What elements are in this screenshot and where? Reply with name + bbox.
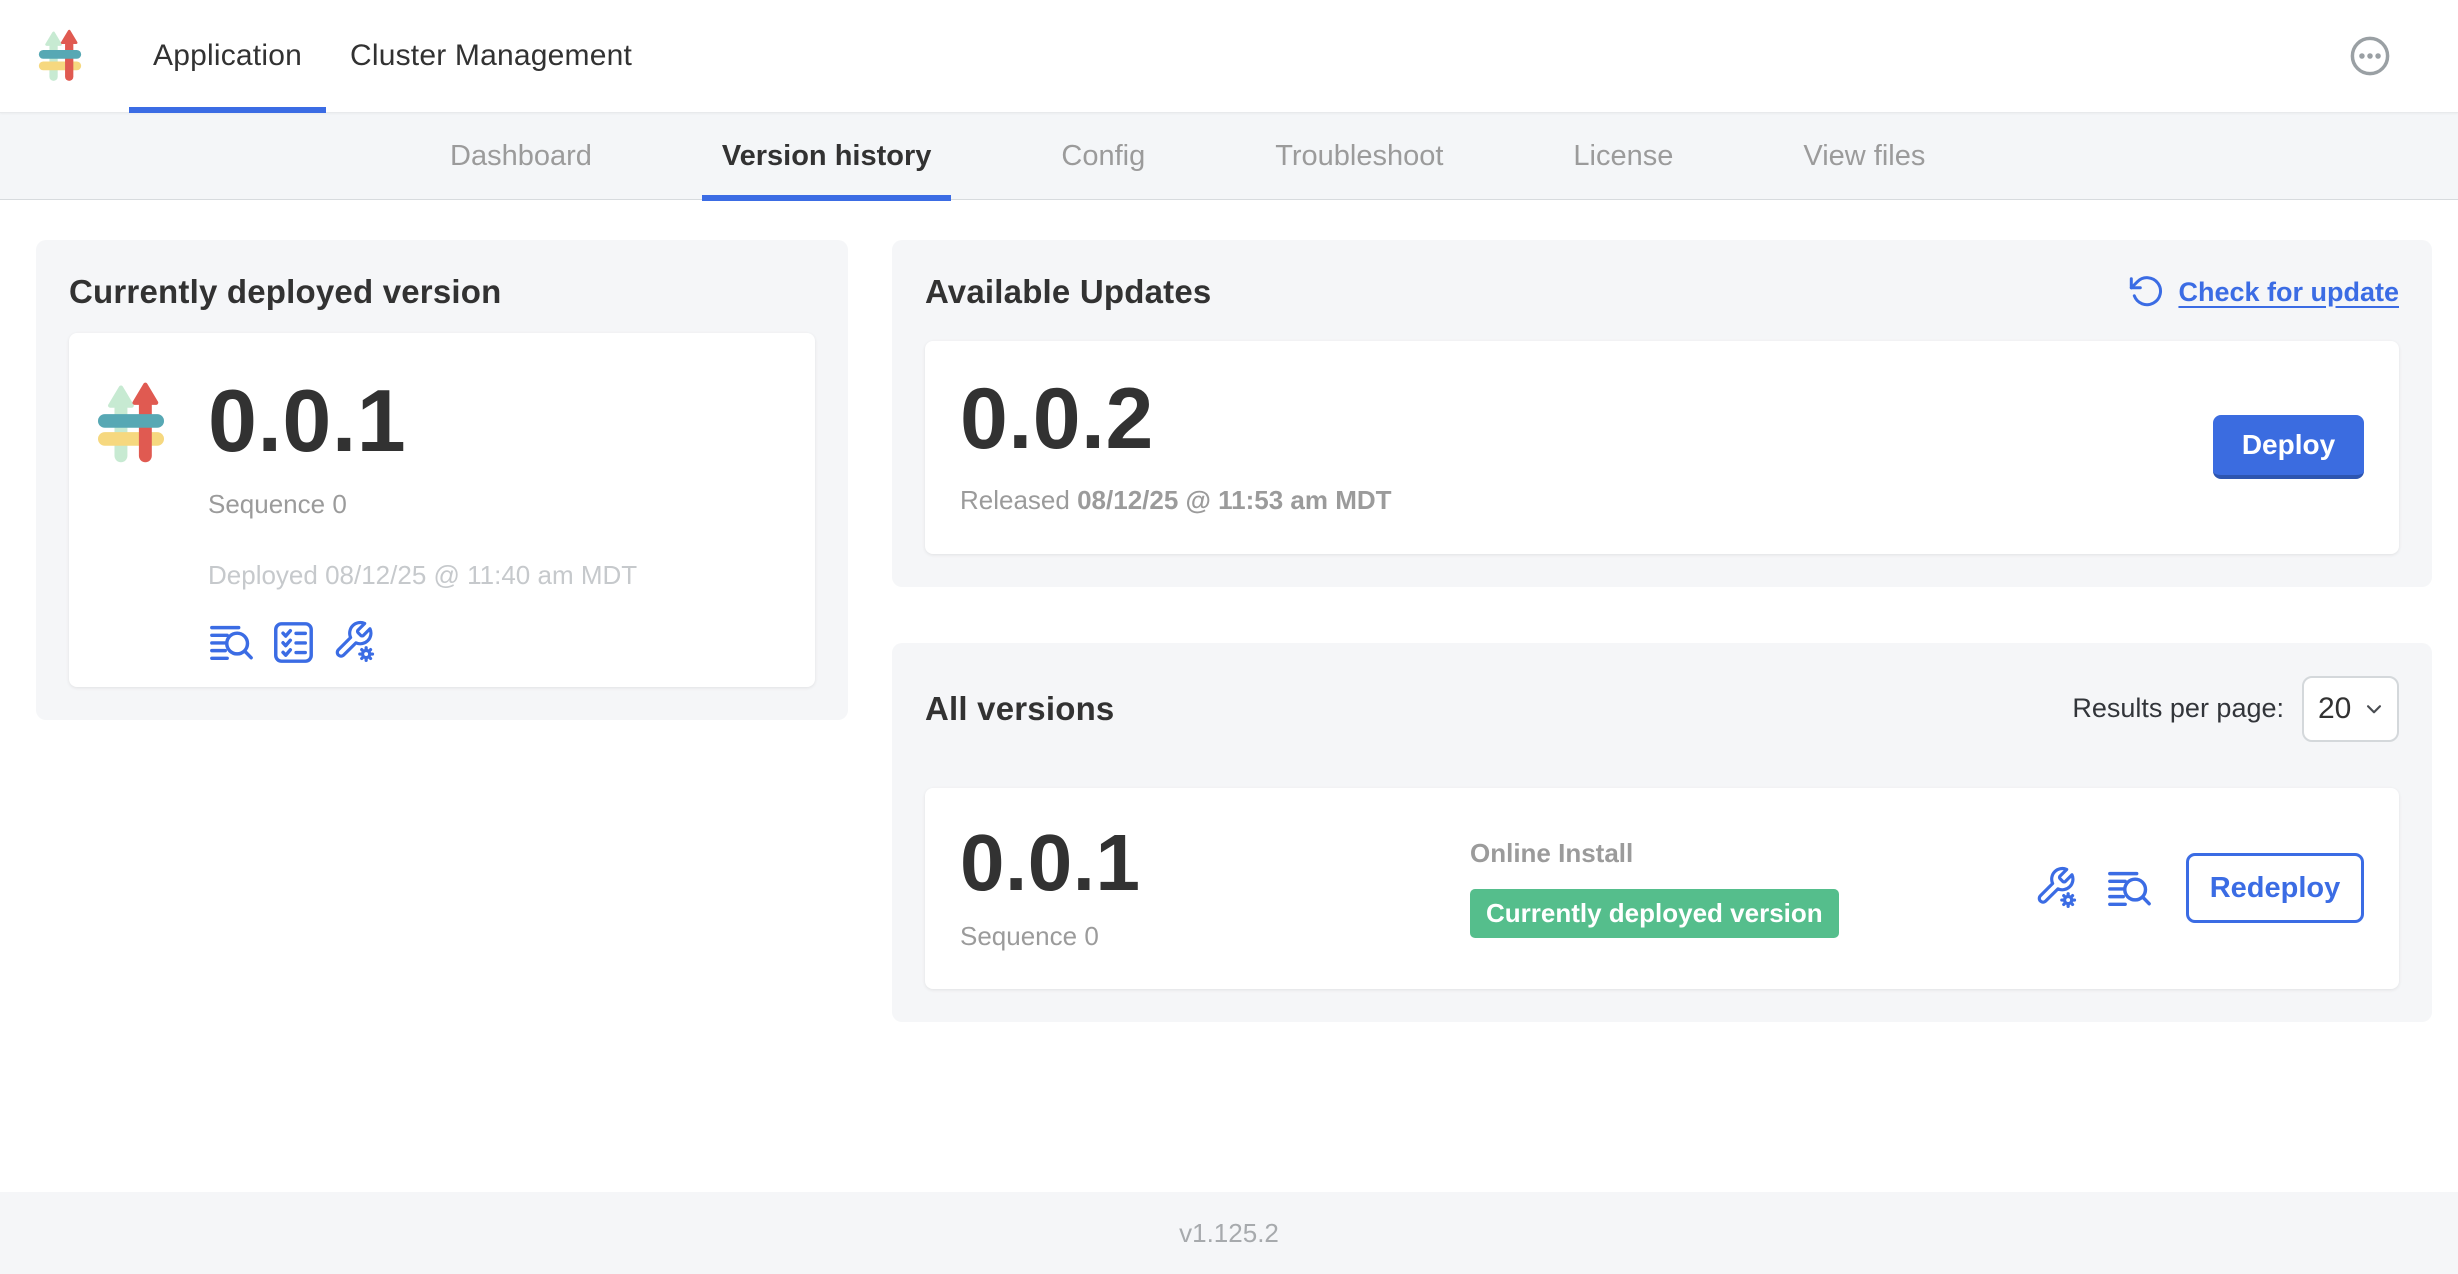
deploy-logs-icon <box>208 619 254 665</box>
ellipsis-icon <box>2348 34 2392 78</box>
version-history-page: Currently deployed version 0.0.1 Sequenc… <box>0 200 2458 1192</box>
row-version-info: 0.0.1 Sequence 0 <box>960 825 1470 952</box>
results-per-page-label: Results per page: <box>2072 693 2284 724</box>
currently-deployed-title: Currently deployed version <box>69 273 815 311</box>
row-actions: Redeploy <box>2034 853 2364 923</box>
available-updates-title: Available Updates <box>925 273 1211 311</box>
top-nav-tabs: Application Cluster Management <box>129 0 656 113</box>
subnav-tab-version-history[interactable]: Version history <box>722 113 932 200</box>
results-per-page: Results per page: 20 <box>2072 676 2399 742</box>
deploy-button[interactable]: Deploy <box>2213 415 2364 479</box>
preflight-checks-button[interactable] <box>270 619 316 665</box>
top-navbar: Application Cluster Management <box>0 0 2458 113</box>
deploy-logs-button[interactable] <box>2106 865 2152 911</box>
console-version: v1.125.2 <box>1179 1218 1279 1249</box>
update-version-info: 0.0.2 Released 08/12/25 @ 11:53 am MDT <box>960 379 1392 516</box>
deployed-timestamp: Deployed 08/12/25 @ 11:40 am MDT <box>208 560 637 591</box>
app-logo-icon <box>37 25 83 87</box>
deployed-version-actions <box>208 619 637 665</box>
edit-config-button[interactable] <box>332 619 378 665</box>
deploy-logs-button[interactable] <box>208 619 254 665</box>
refresh-icon <box>2128 274 2164 310</box>
available-updates-card: Available Updates Check for update 0.0.2… <box>892 240 2432 587</box>
preflight-checklist-icon <box>270 619 316 665</box>
deploy-logs-icon <box>2106 865 2152 911</box>
deployed-version-card: 0.0.1 Sequence 0 Deployed 08/12/25 @ 11:… <box>69 333 815 687</box>
tab-cluster-management-label: Cluster Management <box>350 39 632 73</box>
deployed-version-number: 0.0.1 <box>208 379 637 463</box>
subnav-tab-config[interactable]: Config <box>1061 113 1145 200</box>
currently-deployed-card: Currently deployed version 0.0.1 Sequenc… <box>36 240 848 720</box>
edit-config-button[interactable] <box>2034 865 2080 911</box>
row-status-info: Online Install Currently deployed versio… <box>1470 838 2034 938</box>
app-logo-icon <box>94 379 168 468</box>
all-versions-title: All versions <box>925 690 1114 728</box>
update-version-number: 0.0.2 <box>960 379 1392 461</box>
active-tab-underline <box>129 107 326 113</box>
config-wrench-icon <box>2034 865 2080 911</box>
console-footer: v1.125.2 <box>0 1192 2458 1274</box>
subnav-tab-dashboard[interactable]: Dashboard <box>450 113 592 200</box>
install-type-label: Online Install <box>1470 838 2034 869</box>
app-subnav: Dashboard Version history Config Trouble… <box>0 113 2458 200</box>
active-subnav-underline <box>702 195 952 201</box>
subnav-tab-view-files[interactable]: View files <box>1803 113 1925 200</box>
deployed-sequence-label: Sequence 0 <box>208 489 637 520</box>
subnav-tab-license[interactable]: License <box>1573 113 1673 200</box>
chevron-down-icon <box>2361 696 2387 722</box>
update-released-timestamp: Released 08/12/25 @ 11:53 am MDT <box>960 485 1392 516</box>
right-column: Available Updates Check for update 0.0.2… <box>892 240 2432 1022</box>
tab-application-label: Application <box>153 39 302 73</box>
redeploy-button[interactable]: Redeploy <box>2186 853 2364 923</box>
config-wrench-icon <box>332 619 378 665</box>
tab-application[interactable]: Application <box>129 0 326 113</box>
row-sequence-label: Sequence 0 <box>960 921 1470 952</box>
currently-deployed-badge: Currently deployed version <box>1470 889 1839 938</box>
overflow-menu-button[interactable] <box>2348 34 2392 78</box>
subnav-tab-troubleshoot[interactable]: Troubleshoot <box>1275 113 1443 200</box>
check-for-update-link[interactable]: Check for update <box>2128 274 2399 310</box>
deployed-version-info: 0.0.1 Sequence 0 Deployed 08/12/25 @ 11:… <box>208 379 637 665</box>
version-row: 0.0.1 Sequence 0 Online Install Currentl… <box>925 788 2399 989</box>
check-for-update-label: Check for update <box>2178 277 2399 308</box>
results-per-page-select[interactable]: 20 <box>2302 676 2399 742</box>
kots-admin-console: Application Cluster Management Dashboard… <box>0 0 2458 1274</box>
row-version-number: 0.0.1 <box>960 825 1470 901</box>
all-versions-card: All versions Results per page: 20 0.0. <box>892 643 2432 1022</box>
available-update-row: 0.0.2 Released 08/12/25 @ 11:53 am MDT D… <box>925 341 2399 554</box>
results-per-page-value: 20 <box>2318 692 2351 726</box>
tab-cluster-management[interactable]: Cluster Management <box>326 0 656 113</box>
